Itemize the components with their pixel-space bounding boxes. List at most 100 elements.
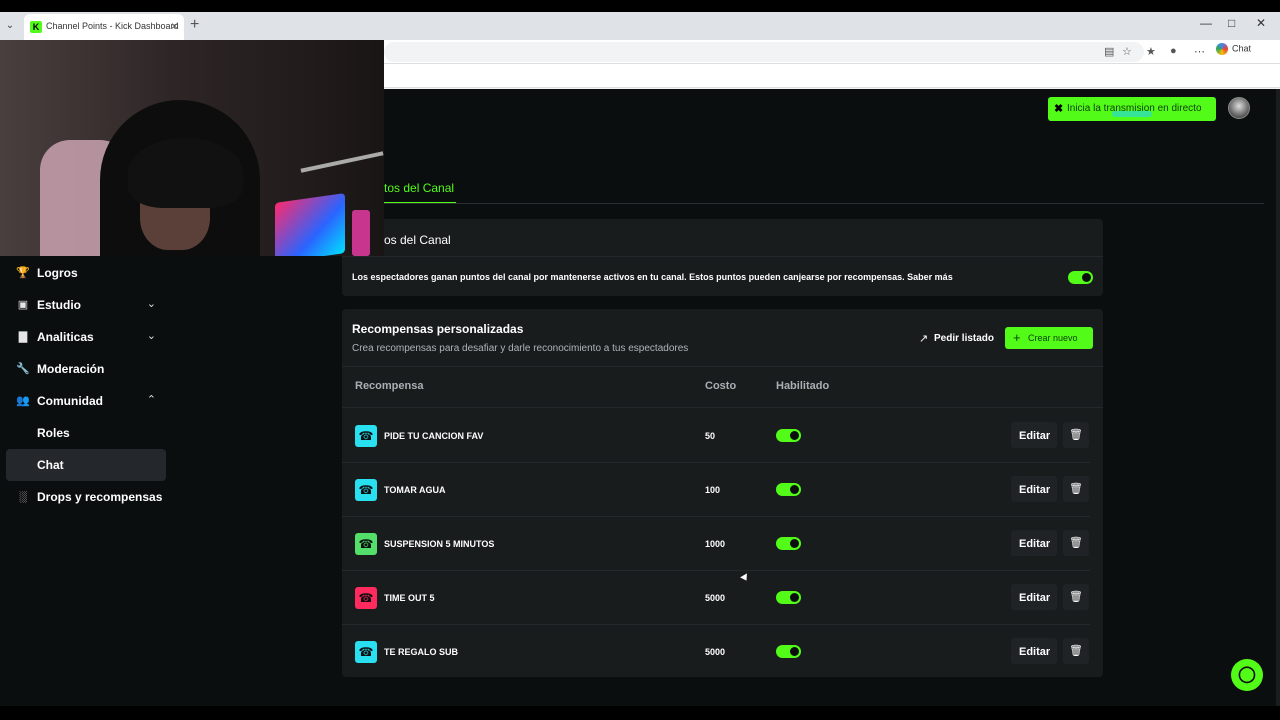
studio-icon: ▣ [17, 299, 29, 311]
table-row: ☎ PIDE TU CANCION FAV 50 Editar 🗑 [342, 409, 1090, 463]
reward-cost: 5000 [705, 593, 726, 603]
avatar[interactable] [1228, 97, 1250, 119]
more-menu-icon[interactable]: ⋯ [1194, 45, 1205, 58]
reward-name: PIDE TU CANCION FAV [384, 431, 484, 441]
reward-enabled-toggle[interactable] [776, 591, 801, 604]
channel-points-toggle[interactable] [1068, 271, 1093, 284]
rewards-table-header: Recompensa Costo Habilitado [342, 366, 1103, 408]
edit-reward-button[interactable]: Editar [1011, 530, 1057, 556]
bookmark-star-icon[interactable]: ☆ [1122, 45, 1132, 58]
table-row: ☎ TOMAR AGUA 100 Editar 🗑 [342, 463, 1090, 517]
trash-icon[interactable]: 🗑 [1063, 584, 1089, 610]
wrench-icon: 🔧 [16, 363, 30, 375]
chevron-down-icon: ⌄ [146, 330, 156, 342]
support-chat-icon[interactable]: ◯ [1231, 659, 1263, 691]
custom-rewards-subtitle: Crea recompensas para desafiar y darle r… [352, 343, 689, 354]
close-window-icon[interactable]: ✕ [1256, 16, 1266, 30]
custom-rewards-card: Recompensas personalizadas Crea recompen… [342, 309, 1103, 677]
sidebar-item-roles[interactable]: Roles [6, 417, 166, 449]
reward-name: TOMAR AGUA [384, 485, 446, 495]
export-icon: ↗ [919, 333, 929, 345]
chevron-down-icon: ⌄ [146, 298, 156, 310]
channel-points-description: Los espectadores ganan puntos del canal … [352, 272, 953, 282]
copilot-chat-button[interactable]: Chat [1216, 43, 1251, 55]
webcam-cup [352, 210, 370, 256]
reader-icon[interactable]: ▤ [1104, 45, 1114, 58]
analytics-icon: ▇ [18, 331, 28, 343]
edit-reward-button[interactable]: Editar [1011, 422, 1057, 448]
maximize-icon[interactable]: □ [1228, 16, 1235, 30]
trash-icon[interactable]: 🗑 [1063, 476, 1089, 502]
sidebar-item-drops[interactable]: ░ Drops y recompensas [6, 481, 166, 513]
edit-label: Editar [1019, 538, 1051, 550]
favorites-icon[interactable]: ★ [1146, 45, 1156, 58]
kick-logo-icon: ✖ [1054, 103, 1064, 115]
webcam-monitor [275, 193, 345, 256]
sidebar-item-label: Drops y recompensas [37, 490, 163, 504]
reward-icon: ☎ [355, 425, 377, 447]
reward-icon: ☎ [355, 533, 377, 555]
reward-cost: 50 [705, 431, 716, 441]
table-row: ☎ SUSPENSION 5 MINUTOS 1000 Editar 🗑 [342, 517, 1090, 571]
reward-icon: ☎ [355, 587, 377, 609]
trash-icon[interactable]: 🗑 [1063, 530, 1089, 556]
sidebar-item-studio[interactable]: ▣ Estudio ⌄ [6, 289, 166, 321]
reward-enabled-toggle[interactable] [776, 645, 801, 658]
create-reward-label: Crear nuevo [1028, 333, 1078, 343]
webcam-hair [128, 138, 243, 208]
edit-label: Editar [1019, 592, 1051, 604]
sidebar-item-label: Chat [37, 458, 64, 472]
sidebar-item-chat[interactable]: Chat [6, 449, 166, 481]
reward-enabled-toggle[interactable] [776, 537, 801, 550]
sidebar-item-analytics[interactable]: ▇ Analiticas ⌄ [6, 321, 166, 353]
sidebar-item-label: Moderación [37, 362, 105, 376]
new-tab-icon[interactable]: + [190, 16, 199, 34]
tab-bar: ⌄ K Channel Points - Kick Dashboard × + … [0, 12, 1280, 40]
copilot-icon [1216, 43, 1228, 55]
kick-favicon-icon: K [30, 21, 42, 33]
trash-icon[interactable]: 🗑 [1063, 638, 1089, 664]
reward-name: TIME OUT 5 [384, 593, 435, 603]
webcam-overlay [0, 40, 384, 256]
create-reward-button[interactable]: + Crear nuevo [1005, 327, 1093, 349]
column-reward: Recompensa [355, 380, 424, 392]
edit-reward-button[interactable]: Editar [1011, 476, 1057, 502]
export-list-button[interactable]: ↗ Pedir listado [917, 329, 997, 349]
browser-tab[interactable]: K Channel Points - Kick Dashboard × [24, 14, 184, 40]
custom-rewards-title: Recompensas personalizadas [352, 322, 524, 336]
sidebar-item-label: Analiticas [37, 330, 94, 344]
edit-label: Editar [1019, 484, 1051, 496]
reward-enabled-toggle[interactable] [776, 429, 801, 442]
plus-icon: + [1013, 330, 1021, 345]
column-enabled: Habilitado [776, 380, 830, 392]
close-tab-icon[interactable]: × [171, 19, 178, 33]
column-cost: Costo [705, 380, 737, 392]
edit-reward-button[interactable]: Editar [1011, 584, 1057, 610]
tab-channel-points[interactable]: tos del Canal [384, 181, 454, 195]
reward-cost: 1000 [705, 539, 726, 549]
sidebar-item-community[interactable]: 👥 Comunidad ⌃ [6, 385, 166, 417]
drops-icon: ░ [19, 491, 27, 503]
trophy-icon: 🏆 [16, 267, 30, 279]
sidebar-item-label: Comunidad [37, 394, 103, 408]
table-row: ☎ TE REGALO SUB 5000 Editar 🗑 [342, 625, 1090, 679]
export-list-label: Pedir listado [934, 333, 995, 344]
table-row: ☎ TIME OUT 5 5000 Editar 🗑 [342, 571, 1090, 625]
reward-name: TE REGALO SUB [384, 647, 459, 657]
tab-search-icon[interactable]: ⌄ [2, 18, 18, 34]
sidebar-item-achievements[interactable]: 🏆 Logros [6, 257, 166, 289]
chevron-up-icon: ⌃ [146, 394, 156, 406]
scrollbar[interactable] [1276, 89, 1280, 706]
sidebar-item-moderation[interactable]: 🔧 Moderación [6, 353, 166, 385]
trash-icon[interactable]: 🗑 [1063, 422, 1089, 448]
reward-enabled-toggle[interactable] [776, 483, 801, 496]
minimize-icon[interactable]: — [1200, 16, 1212, 30]
reward-icon: ☎ [355, 479, 377, 501]
tab-title: Channel Points - Kick Dashboard [46, 21, 179, 31]
edit-reward-button[interactable]: Editar [1011, 638, 1057, 664]
url-input[interactable] [384, 42, 1144, 62]
go-live-button[interactable]: ✖ Inicia la transmision en directo [1048, 97, 1216, 121]
profile-icon[interactable]: ● [1170, 45, 1177, 57]
channel-points-header: os del Canal [342, 219, 1103, 257]
sidebar-item-label: Logros [37, 266, 78, 280]
